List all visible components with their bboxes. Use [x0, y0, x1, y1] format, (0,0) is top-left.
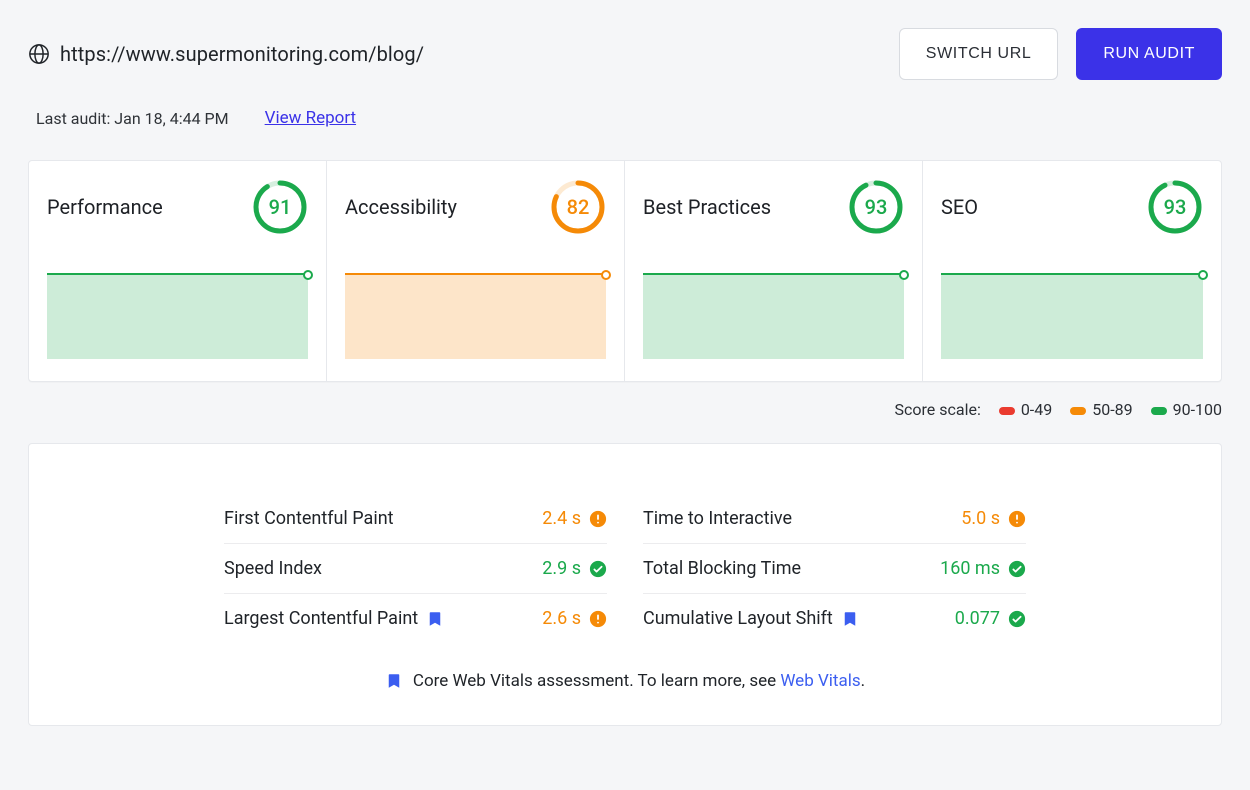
chart-dot-icon [899, 270, 909, 280]
metric-row: Total Blocking Time 160 ms [643, 544, 1026, 594]
metric-row: First Contentful Paint 2.4 s [224, 494, 607, 544]
chart-dot-icon [1198, 270, 1208, 280]
card-header: Performance 91 [47, 179, 308, 235]
bookmark-icon [841, 610, 859, 628]
audit-url: https://www.supermonitoring.com/blog/ [60, 42, 424, 66]
metric-value: 160 ms [940, 558, 1026, 579]
metric-name: Largest Contentful Paint [224, 608, 444, 629]
switch-url-button[interactable]: SWITCH URL [899, 28, 1059, 80]
metrics-left-column: First Contentful Paint 2.4 s Speed Index… [224, 494, 607, 643]
score-scale-red: 0-49 [999, 400, 1052, 419]
metric-value: 0.077 [955, 608, 1026, 629]
metric-row: Time to Interactive 5.0 s [643, 494, 1026, 544]
globe-icon [28, 43, 50, 65]
green-pill-icon [1151, 407, 1167, 415]
chart-dot-icon [303, 270, 313, 280]
score-gauge: 93 [1147, 179, 1203, 235]
chart-fill [941, 275, 1203, 359]
mini-chart [47, 273, 308, 359]
check-circle-icon [1008, 610, 1026, 628]
card-title: Performance [47, 195, 163, 219]
last-audit-timestamp: Last audit: Jan 18, 4:44 PM [36, 109, 229, 128]
mini-chart [941, 273, 1203, 359]
info-circle-icon [1008, 510, 1026, 528]
bookmark-icon [385, 672, 403, 690]
metric-row: Speed Index 2.9 s [224, 544, 607, 594]
core-web-vitals-note: Core Web Vitals assessment. To learn mor… [224, 671, 1026, 691]
score-gauge: 91 [252, 179, 308, 235]
card-header: SEO 93 [941, 179, 1203, 235]
card-title: Accessibility [345, 195, 457, 219]
metric-name: First Contentful Paint [224, 508, 394, 529]
card-header: Best Practices 93 [643, 179, 904, 235]
header-buttons: SWITCH URL RUN AUDIT [899, 28, 1222, 80]
metric-name: Total Blocking Time [643, 558, 801, 579]
metric-value: 2.4 s [542, 508, 607, 529]
metric-name: Cumulative Layout Shift [643, 608, 859, 629]
score-card[interactable]: Performance 91 [29, 161, 327, 381]
metrics-panel: First Contentful Paint 2.4 s Speed Index… [28, 443, 1222, 726]
metric-row: Cumulative Layout Shift 0.077 [643, 594, 1026, 643]
chart-fill [47, 275, 308, 359]
score-gauge: 82 [550, 179, 606, 235]
check-circle-icon [589, 560, 607, 578]
run-audit-button[interactable]: RUN AUDIT [1076, 28, 1222, 80]
metric-value: 2.6 s [542, 608, 607, 629]
card-title: SEO [941, 195, 978, 219]
score-scale: Score scale: 0-49 50-89 90-100 [28, 400, 1222, 419]
info-circle-icon [589, 510, 607, 528]
header: https://www.supermonitoring.com/blog/ SW… [28, 28, 1222, 80]
score-card[interactable]: Accessibility 82 [327, 161, 625, 381]
score-card[interactable]: Best Practices 93 [625, 161, 923, 381]
score-gauge: 93 [848, 179, 904, 235]
card-header: Accessibility 82 [345, 179, 606, 235]
bookmark-icon [426, 610, 444, 628]
metrics-grid: First Contentful Paint 2.4 s Speed Index… [224, 494, 1026, 643]
red-pill-icon [999, 407, 1015, 415]
metric-name: Time to Interactive [643, 508, 792, 529]
chart-dot-icon [601, 270, 611, 280]
score-scale-orange: 50-89 [1070, 400, 1132, 419]
score-card[interactable]: SEO 93 [923, 161, 1221, 381]
score-value: 82 [550, 179, 606, 235]
score-scale-label: Score scale: [895, 400, 981, 419]
orange-pill-icon [1070, 407, 1086, 415]
score-value: 93 [848, 179, 904, 235]
check-circle-icon [1008, 560, 1026, 578]
score-value: 93 [1147, 179, 1203, 235]
mini-chart [643, 273, 904, 359]
info-circle-icon [589, 610, 607, 628]
view-report-link[interactable]: View Report [265, 108, 356, 128]
metric-row: Largest Contentful Paint 2.6 s [224, 594, 607, 643]
footer-text-after: . [861, 671, 865, 691]
metric-value: 2.9 s [542, 558, 607, 579]
card-title: Best Practices [643, 195, 771, 219]
score-scale-green: 90-100 [1151, 400, 1222, 419]
web-vitals-link[interactable]: Web Vitals [780, 671, 860, 691]
score-value: 91 [252, 179, 308, 235]
score-cards: Performance 91 Accessibility 82 [28, 160, 1222, 382]
metrics-right-column: Time to Interactive 5.0 s Total Blocking… [643, 494, 1026, 643]
metric-name: Speed Index [224, 558, 322, 579]
chart-fill [345, 275, 606, 359]
mini-chart [345, 273, 606, 359]
url-block: https://www.supermonitoring.com/blog/ [28, 42, 424, 66]
chart-fill [643, 275, 904, 359]
footer-text-before: Core Web Vitals assessment. To learn mor… [413, 671, 780, 691]
metric-value: 5.0 s [961, 508, 1026, 529]
sub-header: Last audit: Jan 18, 4:44 PM View Report [36, 108, 1222, 128]
